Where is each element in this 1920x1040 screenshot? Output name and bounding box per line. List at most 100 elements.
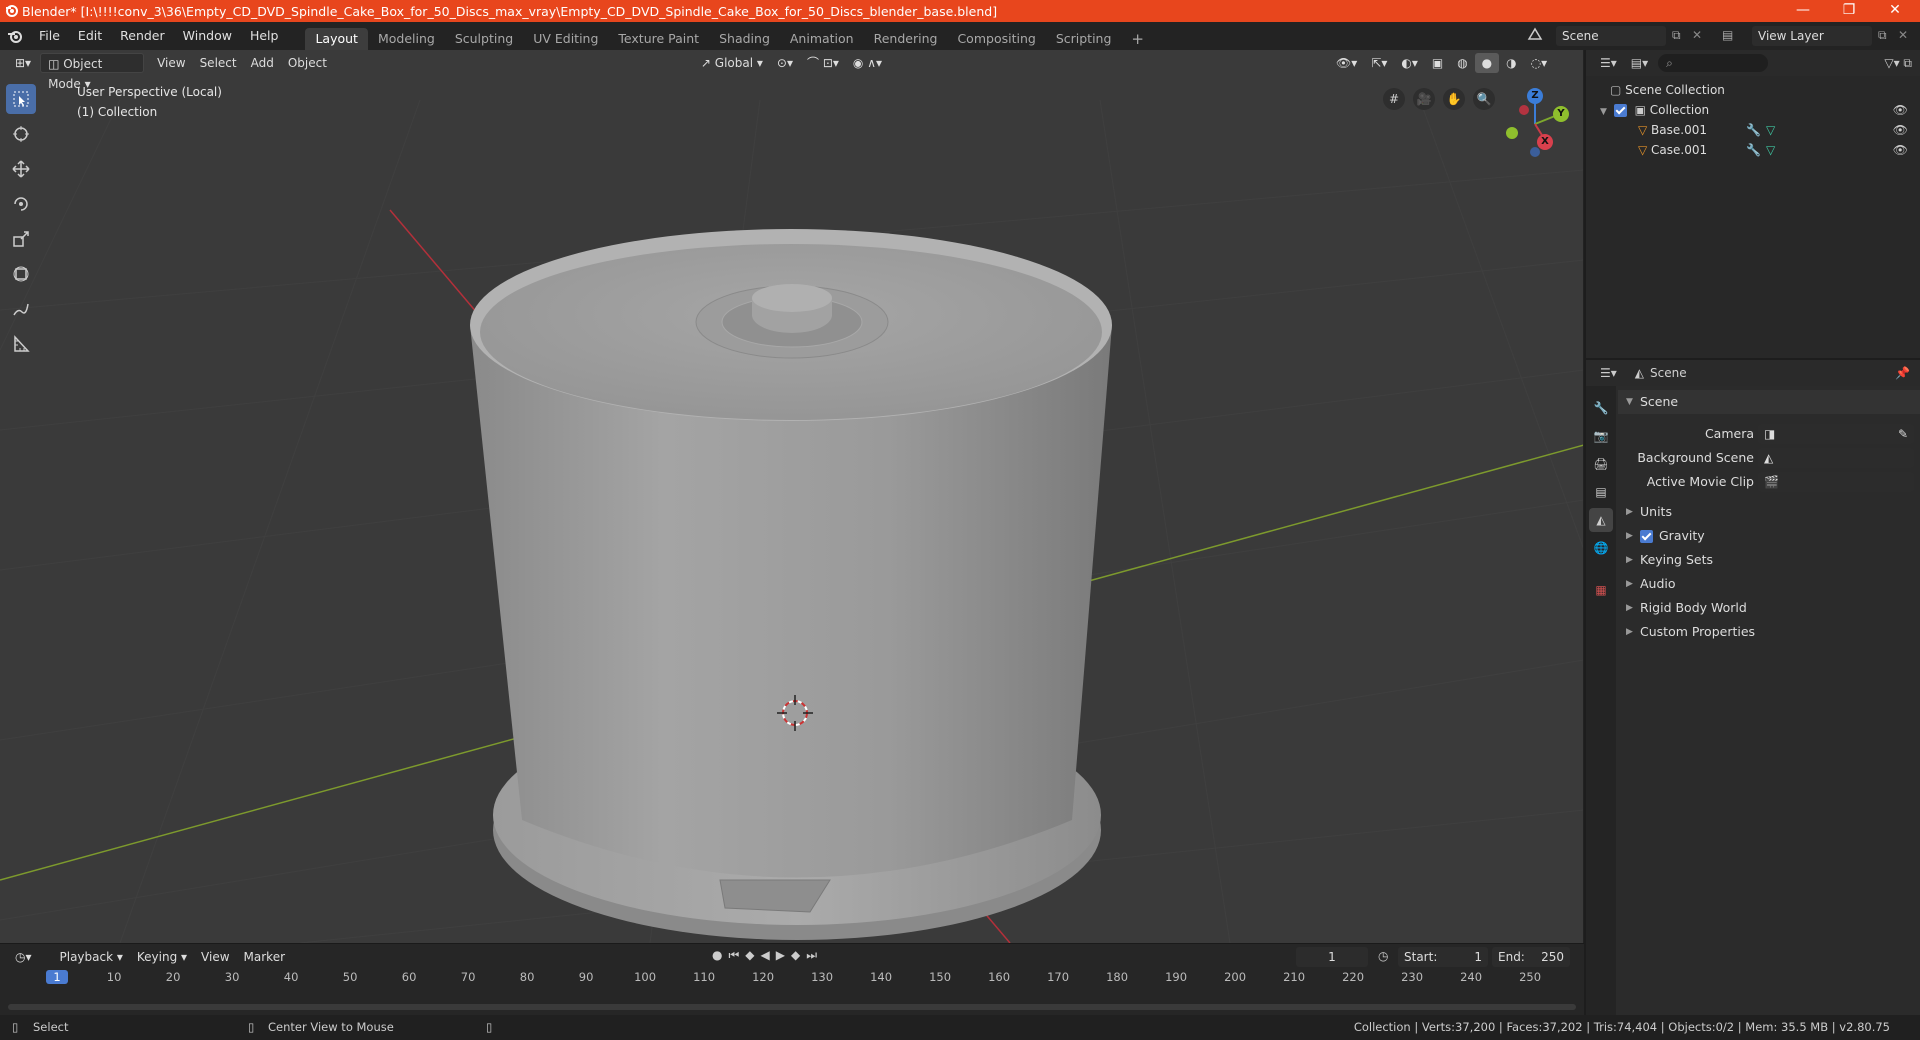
gizmo-y-axis[interactable]: Y xyxy=(1553,106,1569,122)
annotate-tool-icon[interactable] xyxy=(6,294,36,324)
record-icon[interactable]: ● xyxy=(712,948,728,962)
outliner-editor-icon[interactable]: ☰▾ xyxy=(1600,56,1617,70)
close-button[interactable]: ✕ xyxy=(1872,0,1918,22)
tab-scripting[interactable]: Scripting xyxy=(1046,28,1122,50)
prev-keyframe-icon[interactable]: ◆ xyxy=(745,948,760,962)
shading-solid-icon[interactable]: ● xyxy=(1474,53,1500,73)
modifier-icon[interactable]: 🔧 xyxy=(1746,120,1761,140)
units-panel[interactable]: ▶ Units xyxy=(1618,500,1920,524)
tab-modeling[interactable]: Modeling xyxy=(368,28,445,50)
tab-texture-paint[interactable]: Texture Paint xyxy=(608,28,709,50)
editor-type-icon[interactable]: ⊞▾ xyxy=(8,53,38,73)
gravity-panel[interactable]: ▶ Gravity xyxy=(1618,524,1920,548)
mesh-data-icon[interactable]: ▽ xyxy=(1766,140,1775,160)
scale-tool-icon[interactable] xyxy=(6,224,36,254)
tool-tab-icon[interactable]: 🔧 xyxy=(1589,396,1613,420)
pin-icon[interactable]: 📌 xyxy=(1895,366,1910,380)
end-frame-field[interactable]: End: 250 xyxy=(1492,947,1570,967)
mode-selector[interactable]: ◫ Object Mode ▾ xyxy=(40,53,145,91)
view-layer-selector[interactable]: View Layer xyxy=(1752,26,1872,46)
current-frame-field[interactable]: 1 xyxy=(1296,947,1368,967)
collection-visibility-icon[interactable]: 👁 xyxy=(1893,100,1908,120)
proportional-edit-icon[interactable]: ◉ ∧▾ xyxy=(846,53,889,73)
camera-field[interactable]: ◨ ✎ xyxy=(1758,424,1914,444)
collection-exclude-checkbox[interactable] xyxy=(1613,104,1627,117)
eyedropper-icon[interactable]: ✎ xyxy=(1898,424,1908,444)
grid-view-icon[interactable]: # xyxy=(1383,88,1405,110)
display-mode-icon[interactable]: ▤▾ xyxy=(1631,56,1648,70)
move-tool-icon[interactable] xyxy=(6,154,36,184)
outliner-collection-row[interactable]: ▼ ▣ Collection 👁 xyxy=(1586,100,1920,120)
start-frame-field[interactable]: Start: 1 xyxy=(1398,947,1488,967)
play-reverse-icon[interactable]: ◀ xyxy=(761,948,776,962)
object-visibility-icon[interactable]: 👁 xyxy=(1893,120,1908,140)
properties-editor-icon[interactable]: ☰▾ xyxy=(1600,366,1617,380)
visibility-icon[interactable]: 👁▾ xyxy=(1329,53,1364,73)
camera-view-icon[interactable]: 🎥 xyxy=(1413,88,1435,110)
menu-view[interactable]: View xyxy=(150,53,192,73)
blender-menu-icon[interactable] xyxy=(0,29,30,43)
navigation-gizmo[interactable]: Z Y X xyxy=(1490,84,1570,164)
output-tab-icon[interactable]: 🖨 xyxy=(1589,452,1613,476)
3d-viewport[interactable]: ⊞▾ ◫ Object Mode ▾ View Select Add Objec… xyxy=(0,50,1584,943)
tab-shading[interactable]: Shading xyxy=(709,28,780,50)
scene-tab-icon[interactable]: ◭ xyxy=(1589,508,1613,532)
minimize-button[interactable]: — xyxy=(1780,0,1826,22)
transform-tool-icon[interactable] xyxy=(6,259,36,289)
keying-menu[interactable]: Keying ▾ xyxy=(130,947,194,967)
cursor-tool-icon[interactable] xyxy=(6,119,36,149)
shading-rendered-icon[interactable]: ◌▾ xyxy=(1524,53,1555,73)
add-workspace-button[interactable]: + xyxy=(1121,28,1154,50)
restore-button[interactable]: ❐ xyxy=(1826,0,1872,22)
outliner-object-row[interactable]: ▽ Case.001 🔧 ▽ 👁 xyxy=(1586,140,1920,160)
clock-icon[interactable]: ◷ xyxy=(1378,949,1388,963)
rotate-tool-icon[interactable] xyxy=(6,189,36,219)
tab-layout[interactable]: Layout xyxy=(305,28,368,50)
menu-select[interactable]: Select xyxy=(193,53,244,73)
timeline-editor-icon[interactable]: ◷▾ xyxy=(8,947,39,967)
world-tab-icon[interactable]: 🌐 xyxy=(1589,536,1613,560)
measure-tool-icon[interactable] xyxy=(6,329,36,359)
shading-material-icon[interactable]: ◑ xyxy=(1499,53,1523,73)
menu-file[interactable]: File xyxy=(30,22,69,50)
texture-tab-icon[interactable]: ▦ xyxy=(1589,578,1613,602)
case-object[interactable] xyxy=(470,229,1112,878)
tab-animation[interactable]: Animation xyxy=(780,28,864,50)
shading-wireframe-icon[interactable]: ◍ xyxy=(1450,53,1474,73)
object-visibility-icon[interactable]: 👁 xyxy=(1893,140,1908,160)
menu-object[interactable]: Object xyxy=(281,53,334,73)
menu-add[interactable]: Add xyxy=(244,53,281,73)
playback-menu[interactable]: Playback ▾ xyxy=(53,947,130,967)
snap-icon[interactable]: ⌒ ⊡▾ xyxy=(800,53,846,73)
transform-orientation-selector[interactable]: ↗ Global ▾ xyxy=(694,53,770,73)
menu-window[interactable]: Window xyxy=(174,22,241,50)
pan-hand-icon[interactable]: ✋ xyxy=(1443,88,1465,110)
active-movie-clip-field[interactable]: 🎬 xyxy=(1758,472,1914,492)
jump-start-icon[interactable]: ⏮ xyxy=(728,948,745,962)
tab-rendering[interactable]: Rendering xyxy=(864,28,948,50)
timeline-view-menu[interactable]: View xyxy=(194,947,236,967)
overlay-toggle-icon[interactable]: ◐▾ xyxy=(1394,53,1425,73)
outliner-scene-collection[interactable]: ▢ Scene Collection xyxy=(1586,80,1920,100)
gravity-checkbox[interactable] xyxy=(1640,530,1653,543)
outliner-search-input[interactable]: ⌕ xyxy=(1658,54,1769,72)
marker-menu[interactable]: Marker xyxy=(237,947,292,967)
menu-render[interactable]: Render xyxy=(111,22,174,50)
rigid-body-world-panel[interactable]: ▶ Rigid Body World xyxy=(1618,596,1920,620)
xray-toggle-icon[interactable]: ▣ xyxy=(1425,53,1450,73)
pivot-icon[interactable]: ⊙▾ xyxy=(770,53,800,73)
menu-help[interactable]: Help xyxy=(241,22,288,50)
tab-sculpting[interactable]: Sculpting xyxy=(445,28,523,50)
audio-panel[interactable]: ▶ Audio xyxy=(1618,572,1920,596)
keying-sets-panel[interactable]: ▶ Keying Sets xyxy=(1618,548,1920,572)
gizmo-z-axis[interactable]: Z xyxy=(1527,88,1543,104)
custom-properties-panel[interactable]: ▶ Custom Properties xyxy=(1618,620,1920,644)
gizmo-x-axis[interactable]: X xyxy=(1537,134,1553,150)
delete-view-layer-icon[interactable]: ✕ xyxy=(1898,28,1908,42)
collapse-arrow-icon[interactable]: ▼ xyxy=(1600,107,1610,117)
select-box-tool-icon[interactable] xyxy=(6,84,36,114)
tab-uv-editing[interactable]: UV Editing xyxy=(523,28,608,50)
timeline-scrollbar[interactable] xyxy=(8,1004,1576,1010)
tab-compositing[interactable]: Compositing xyxy=(947,28,1045,50)
delete-scene-icon[interactable]: ✕ xyxy=(1692,28,1702,42)
